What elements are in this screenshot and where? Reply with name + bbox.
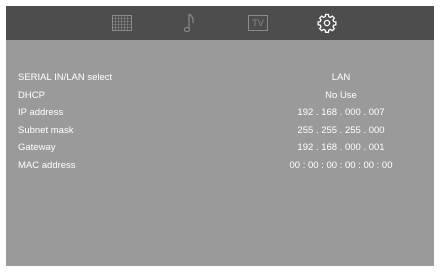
music-note-icon[interactable]: [179, 13, 201, 33]
tv-icon[interactable]: TV: [247, 13, 269, 33]
setting-value: No Use: [325, 89, 357, 101]
setting-label: IP address: [18, 107, 64, 119]
setting-value: 192 . 168 . 000 . 007: [297, 107, 385, 119]
setting-label: DHCP: [18, 89, 45, 101]
setting-value: 192 . 168 . 000 . 001: [297, 142, 385, 154]
gear-icon[interactable]: [316, 13, 338, 33]
setting-value: 255 . 255 . 255 . 000: [297, 124, 385, 136]
setting-value: 00 : 00 : 00 : 00 : 00 : 00: [289, 159, 393, 171]
setting-row-gateway[interactable]: Gateway 192 . 168 . 000 . 001: [6, 140, 434, 158]
setting-row-ip-address[interactable]: IP address 192 . 168 . 000 . 007: [6, 105, 434, 123]
setting-row-subnet-mask[interactable]: Subnet mask 255 . 255 . 255 . 000: [6, 123, 434, 141]
setting-label: Gateway: [18, 142, 56, 154]
network-settings-list: SERIAL IN/LAN select LAN DHCP No Use IP …: [6, 70, 434, 176]
setting-label: SERIAL IN/LAN select: [18, 72, 113, 83]
osd-screen: TV SERIAL IN/LAN select LAN DHCP No Use …: [6, 6, 434, 266]
tv-icon-label: TV: [252, 18, 264, 28]
setting-row-serial-lan-select[interactable]: SERIAL IN/LAN select LAN: [6, 70, 434, 88]
setting-row-mac-address[interactable]: MAC address 00 : 00 : 00 : 00 : 00 : 00: [6, 158, 434, 176]
setting-row-dhcp[interactable]: DHCP No Use: [6, 88, 434, 106]
setting-label: Subnet mask: [18, 124, 74, 136]
picture-grid-icon[interactable]: [111, 13, 133, 33]
setting-value: LAN: [331, 72, 351, 83]
setting-label: MAC address: [18, 159, 76, 171]
menu-tab-bar: TV: [6, 6, 434, 40]
